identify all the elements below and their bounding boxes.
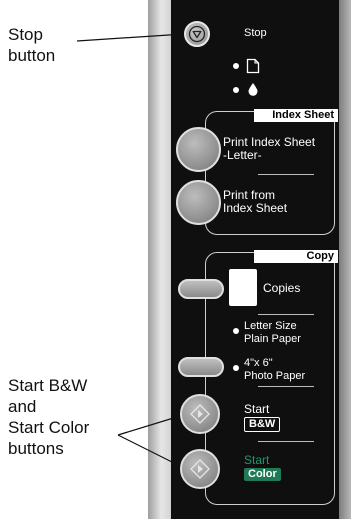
start-color-label: Start — [244, 453, 270, 467]
stop-label: Stop — [244, 27, 267, 39]
photo-line-1: 4"x 6" — [244, 357, 273, 369]
letter-size-label: Letter Size Plain Paper — [244, 320, 301, 346]
paper-icon — [246, 58, 260, 74]
photo-paper-label: 4"x 6" Photo Paper — [244, 357, 305, 383]
print-from-line-2: Index Sheet — [223, 201, 288, 215]
start-bw-label: Start — [244, 402, 270, 416]
stop-button[interactable] — [184, 21, 210, 47]
copies-divider — [258, 314, 314, 315]
start-callout-line-2: and — [8, 397, 37, 416]
photo-paper-light — [233, 365, 239, 371]
start-callout-line-4: buttons — [8, 439, 64, 458]
print-index-sheet-button[interactable] — [176, 127, 221, 172]
panel-edge — [339, 0, 351, 519]
letter-line-2: Plain Paper — [244, 333, 301, 345]
stop-button-callout: Stop button — [8, 24, 55, 66]
start-color-button[interactable] — [180, 449, 220, 489]
copies-display — [229, 269, 257, 306]
photo-line-2: Photo Paper — [244, 370, 306, 382]
start-callout-line-3: Start Color — [8, 418, 90, 437]
stop-callout-line-1: Stop — [8, 25, 43, 44]
print-from-index-sheet-button[interactable] — [176, 180, 221, 225]
stop-icon — [188, 25, 206, 43]
paper-status-light — [233, 63, 239, 69]
ink-drop-icon — [248, 83, 258, 96]
start-arrow-icon — [190, 459, 210, 479]
start-buttons-callout: Start B&W and Start Color buttons — [8, 375, 89, 459]
print-index-sheet-label: Print Index Sheet -Letter- — [223, 136, 315, 162]
print-from-index-sheet-label: Print from Index Sheet — [223, 189, 287, 215]
ink-status-light — [233, 87, 239, 93]
print-index-line-2: -Letter- — [223, 148, 262, 162]
index-sheet-section — [205, 111, 335, 235]
color-badge: Color — [244, 468, 281, 481]
copy-tab: Copy — [254, 250, 338, 263]
copies-label: Copies — [263, 281, 301, 295]
stop-callout-line-2: button — [8, 46, 56, 65]
start-callout-line-1: Start B&W — [8, 376, 88, 395]
start-bw-button[interactable] — [180, 394, 220, 434]
paper-divider — [258, 386, 314, 387]
start-arrow-icon — [190, 404, 210, 424]
copies-button[interactable] — [178, 279, 224, 299]
paper-select-button[interactable] — [178, 357, 224, 377]
bw-badge: B&W — [244, 417, 281, 432]
letter-line-1: Letter Size — [244, 320, 297, 332]
letter-size-light — [233, 328, 239, 334]
index-divider — [258, 174, 314, 175]
start-divider — [258, 441, 314, 442]
index-sheet-tab: Index Sheet — [254, 109, 338, 122]
